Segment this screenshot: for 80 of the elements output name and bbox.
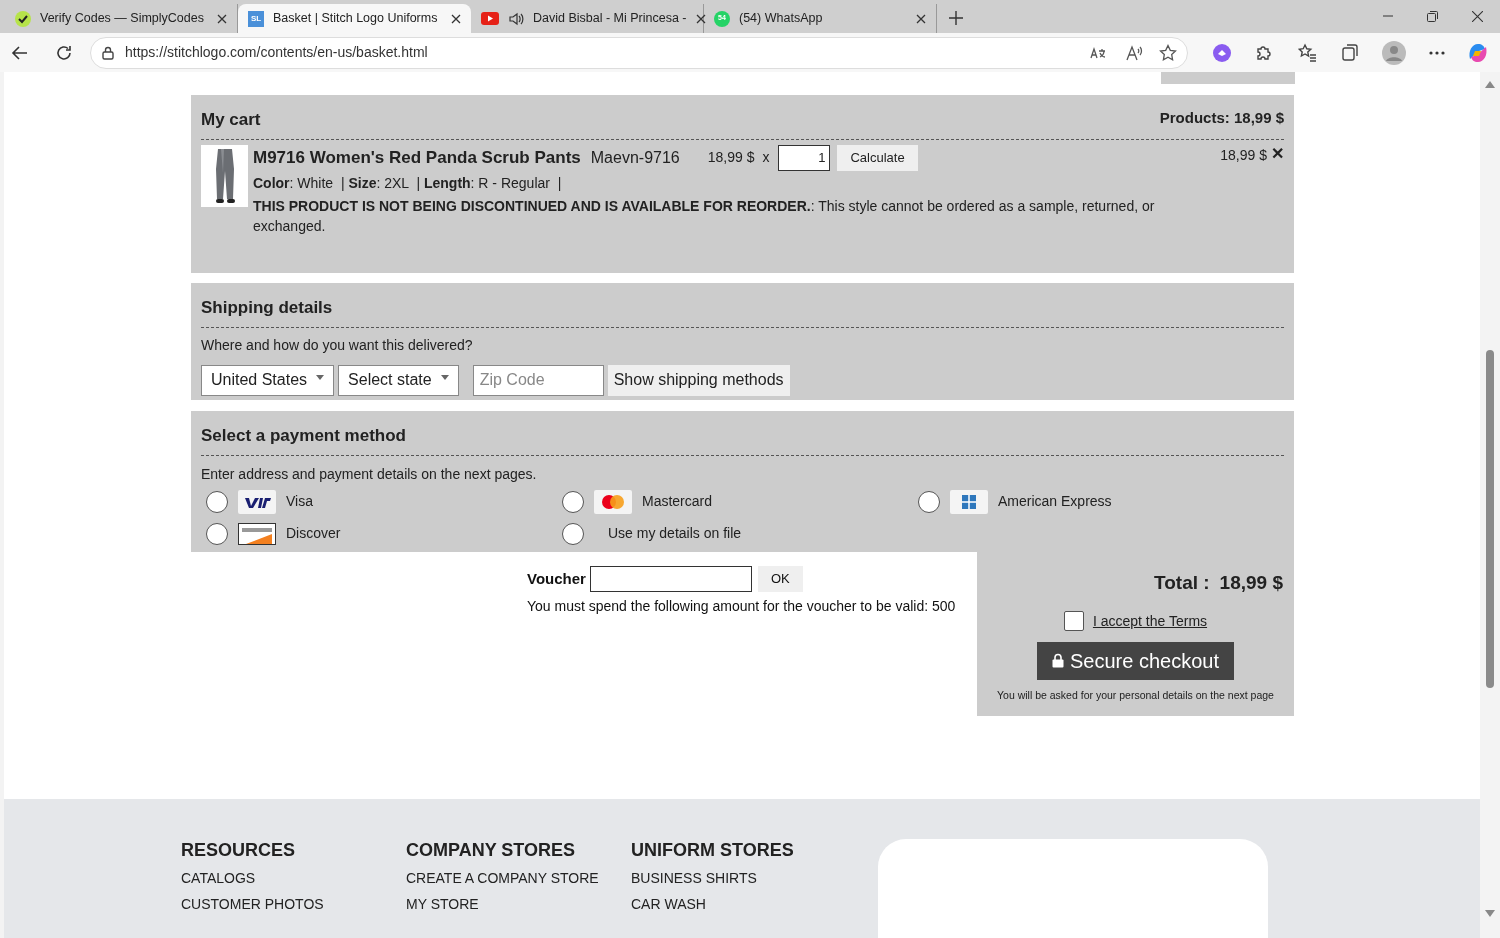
footer-heading: COMPANY STORES bbox=[406, 839, 577, 861]
speaker-icon[interactable] bbox=[508, 10, 524, 27]
url-text: https://stitchlogo.com/contents/en-us/basket.html bbox=[125, 43, 429, 62]
products-total: Products: 18,99 $ bbox=[1159, 108, 1284, 128]
secure-checkout-button[interactable]: Secure checkout bbox=[1037, 641, 1234, 680]
browser-tab[interactable]: SL Basket | Stitch Logo Uniforms bbox=[238, 4, 471, 33]
footer-link[interactable]: MY STORE bbox=[406, 895, 631, 913]
voucher-field[interactable] bbox=[589, 566, 752, 592]
calculate-button[interactable]: Calculate bbox=[837, 144, 918, 171]
product-attributes: Color: White | Size: 2XL | Length: R - Regular | bbox=[253, 173, 563, 193]
close-icon[interactable] bbox=[695, 13, 706, 24]
payment-option-label: Use my details on file bbox=[608, 524, 742, 543]
scrollbar-thumb[interactable] bbox=[1486, 350, 1494, 688]
voucher-ok-button[interactable]: OK bbox=[757, 566, 803, 592]
read-aloud-icon[interactable] bbox=[1125, 44, 1143, 61]
payment-hint: Enter address and payment details on the next pages. bbox=[201, 464, 538, 484]
scroll-down-icon[interactable] bbox=[1485, 910, 1495, 917]
caret-icon bbox=[440, 374, 449, 380]
footer-link[interactable]: CATALOGS bbox=[181, 869, 406, 887]
footer-link[interactable]: BUSINESS SHIRTS bbox=[631, 869, 878, 887]
zip-code-field[interactable]: Zip Code bbox=[472, 364, 604, 396]
footer-link[interactable]: CUSTOMER PHOTOS bbox=[181, 895, 406, 913]
footer-heading: UNIFORM STORES bbox=[631, 839, 795, 861]
voucher-label: Voucher bbox=[527, 568, 586, 589]
terms-checkbox[interactable] bbox=[1063, 611, 1084, 631]
footer-heading: RESOURCES bbox=[181, 839, 297, 861]
radio-button[interactable] bbox=[206, 522, 228, 545]
close-window-icon[interactable] bbox=[1472, 11, 1483, 22]
restore-icon[interactable] bbox=[1427, 11, 1438, 22]
new-tab-icon[interactable] bbox=[949, 11, 963, 25]
country-dropdown[interactable]: United States bbox=[201, 364, 335, 396]
profile-avatar-icon[interactable] bbox=[1382, 40, 1406, 65]
more-icon[interactable] bbox=[1428, 49, 1446, 56]
video-play-icon bbox=[481, 12, 499, 25]
section-title: Shipping details bbox=[201, 298, 333, 317]
payment-option-label: American Express bbox=[998, 492, 1112, 511]
close-icon[interactable] bbox=[451, 13, 461, 24]
close-icon[interactable] bbox=[217, 13, 227, 24]
footer-link[interactable]: CAR WASH bbox=[631, 895, 878, 913]
product-notice: THIS PRODUCT IS NOT BEING DISCONTINUED AND IS AVAILABLE FOR REORDER.: This style cannot be ordered as a sample, returned, or exchanged. bbox=[253, 196, 1156, 236]
scroll-up-icon[interactable] bbox=[1485, 81, 1495, 88]
radio-button[interactable] bbox=[562, 490, 584, 513]
remove-button[interactable]: ✕ bbox=[1271, 145, 1284, 162]
lock-icon bbox=[1052, 653, 1064, 668]
product-name[interactable]: M9716 Women's Red Panda Scrub Pants bbox=[253, 144, 581, 171]
lock-icon bbox=[101, 45, 115, 60]
caret-icon bbox=[316, 374, 325, 380]
line-total: 18,99 $ bbox=[1220, 145, 1267, 165]
total-label: Total : bbox=[1154, 571, 1210, 595]
radio-button[interactable] bbox=[918, 490, 940, 513]
state-dropdown[interactable]: Select state bbox=[338, 364, 459, 396]
discover-card-icon bbox=[238, 522, 276, 545]
quantity-field[interactable]: 1 bbox=[778, 144, 831, 171]
radio-button[interactable] bbox=[562, 522, 584, 545]
footer-link[interactable]: CREATE A COMPANY STORE bbox=[406, 869, 631, 887]
product-sku: Maevn-9716 bbox=[590, 147, 680, 168]
shipping-prompt: Where and how do you want this delivered? bbox=[201, 335, 474, 355]
favorite-star-icon[interactable] bbox=[1159, 43, 1177, 62]
site-logo-icon: SL bbox=[248, 10, 264, 27]
payment-option-label: Mastercard bbox=[642, 492, 713, 511]
unit-price: 18,99 $ bbox=[707, 148, 755, 167]
mastercard-icon bbox=[594, 489, 632, 514]
favorites-list-icon[interactable] bbox=[1298, 42, 1318, 63]
radio-button[interactable] bbox=[206, 490, 228, 513]
voucher-note: You must spend the following amount for the voucher to be valid: 500 bbox=[527, 597, 957, 616]
section-title: Select a payment method bbox=[201, 426, 406, 445]
check-badge-icon bbox=[15, 10, 31, 27]
checkout-note: You will be asked for your personal details on the next page bbox=[997, 687, 1274, 703]
section-title: My cart bbox=[201, 109, 261, 131]
address-bar[interactable]: https://stitchlogo.com/contents/en-us/basket.html bbox=[90, 36, 1188, 69]
terms-link[interactable]: I accept the Terms bbox=[1092, 610, 1208, 632]
payment-option-label: Visa bbox=[286, 492, 313, 511]
collections-icon[interactable] bbox=[1340, 42, 1360, 63]
show-shipping-button[interactable]: Show shipping methods bbox=[607, 364, 790, 396]
visa-card-icon bbox=[238, 489, 276, 514]
total-amount: 18,99 $ bbox=[1219, 571, 1283, 595]
payment-option-label: Discover bbox=[286, 524, 341, 543]
close-icon[interactable] bbox=[916, 13, 926, 24]
times-sign: x bbox=[762, 148, 770, 167]
extension-icon[interactable] bbox=[1212, 42, 1232, 63]
